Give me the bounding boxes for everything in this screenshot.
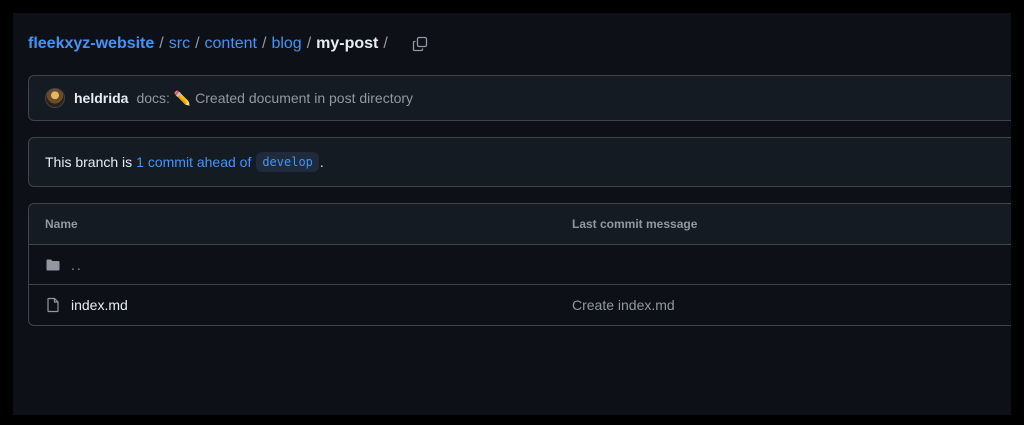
commits-ahead-link[interactable]: 1 commit ahead of bbox=[136, 154, 251, 170]
file-name-cell: index.md bbox=[45, 297, 128, 313]
table-row[interactable]: index.md Create index.md bbox=[29, 285, 1011, 325]
breadcrumb: fleekxyz-website / src / content / blog … bbox=[28, 33, 431, 55]
latest-commit-bar: heldrida docs: ✏️ Created document in po… bbox=[28, 75, 1011, 121]
breadcrumb-separator: / bbox=[159, 35, 164, 52]
column-header-name: Name bbox=[45, 217, 78, 231]
repo-browser-window: fleekxyz-website / src / content / blog … bbox=[13, 13, 1011, 415]
breadcrumb-link-src[interactable]: src bbox=[169, 34, 190, 54]
file-commit-message-link[interactable]: Create index.md bbox=[572, 297, 675, 313]
avatar[interactable] bbox=[45, 88, 65, 108]
table-header-row: Name Last commit message bbox=[29, 204, 1011, 245]
breadcrumb-link-blog[interactable]: blog bbox=[271, 34, 301, 54]
breadcrumb-current: my-post bbox=[316, 35, 379, 52]
copy-icon bbox=[412, 36, 427, 52]
base-branch-badge[interactable]: develop bbox=[256, 152, 319, 172]
copy-path-button[interactable] bbox=[409, 33, 431, 55]
parent-directory-cell: .. bbox=[45, 257, 83, 273]
branch-status-period: . bbox=[319, 154, 324, 170]
breadcrumb-separator: / bbox=[383, 35, 388, 52]
breadcrumb-repo-link[interactable]: fleekxyz-website bbox=[28, 34, 154, 54]
file-table: Name Last commit message .. index.md Cre… bbox=[28, 203, 1011, 326]
folder-icon bbox=[46, 259, 60, 270]
breadcrumb-separator: / bbox=[195, 35, 200, 52]
commit-author-link[interactable]: heldrida bbox=[74, 90, 128, 106]
breadcrumb-separator: / bbox=[262, 35, 267, 52]
table-row-parent-directory[interactable]: .. bbox=[29, 245, 1011, 285]
branch-status-text: This branch is bbox=[45, 154, 133, 170]
commit-message-link[interactable]: docs: ✏️ Created document in post direct… bbox=[136, 90, 413, 107]
file-name-link[interactable]: index.md bbox=[71, 297, 128, 313]
branch-status-bar: This branch is 1 commit ahead of develop… bbox=[28, 137, 1011, 187]
breadcrumb-separator: / bbox=[306, 35, 312, 52]
breadcrumb-link-content[interactable]: content bbox=[205, 34, 257, 54]
parent-directory-link[interactable]: .. bbox=[71, 257, 83, 273]
file-icon bbox=[47, 297, 59, 313]
column-header-commit-message: Last commit message bbox=[572, 217, 698, 231]
